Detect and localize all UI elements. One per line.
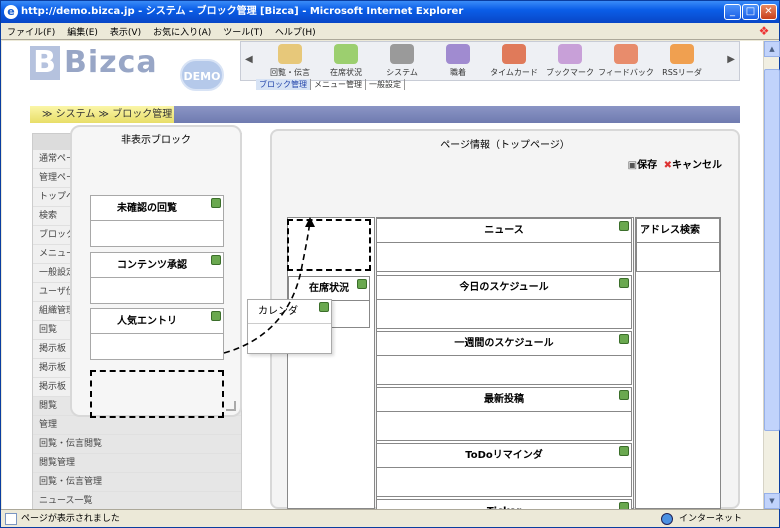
app-rss[interactable]: RSSリーダ <box>653 44 711 80</box>
block-week-schedule[interactable]: 一週間のスケジュール <box>376 331 632 385</box>
cancel-button[interactable]: キャンセル <box>672 160 722 171</box>
rss-icon <box>670 44 694 64</box>
edit-pencil-icon[interactable] <box>619 278 629 288</box>
breadcrumb-system[interactable]: システム <box>56 109 96 120</box>
org-icon <box>446 44 470 64</box>
breadcrumb-arrow-icon: ≫ <box>98 109 110 120</box>
timecard-icon <box>502 44 526 64</box>
zone-text: インターネット <box>679 514 743 524</box>
block-address-search[interactable]: アドレス検索 <box>636 218 720 272</box>
edit-pencil-icon[interactable] <box>619 390 629 400</box>
hidden-block[interactable]: コンテンツ承認 <box>90 252 224 304</box>
breadcrumb: ≫ システム ≫ ブロック管理 <box>30 106 740 123</box>
app-timecard[interactable]: タイムカード <box>485 44 543 80</box>
edit-pencil-icon[interactable] <box>319 302 329 312</box>
edit-pencil-icon[interactable] <box>211 198 221 208</box>
app-presence[interactable]: 在席状況 <box>317 44 375 80</box>
window-title: http://demo.bizca.jp - システム - ブロック管理 [Bi… <box>21 6 464 17</box>
edit-pencil-icon[interactable] <box>357 279 367 289</box>
tab-menu-admin[interactable]: メニュー管理 <box>311 79 366 90</box>
page-icon <box>5 513 17 525</box>
block-today-schedule[interactable]: 今日のスケジュール <box>376 275 632 329</box>
menu-file[interactable]: ファイル(F) <box>1 23 61 40</box>
app-org[interactable]: 職着 <box>429 44 487 80</box>
edit-pencil-icon[interactable] <box>619 221 629 231</box>
windows-logo-icon: ❖ <box>758 24 770 38</box>
gear-icon <box>390 44 414 64</box>
scroll-up-icon[interactable]: ▲ <box>764 41 780 57</box>
breadcrumb-arrow-icon: ≫ <box>42 109 53 120</box>
menu-tools[interactable]: ツール(T) <box>217 23 269 40</box>
left-menu-item[interactable]: 管理 <box>33 416 241 435</box>
block-news[interactable]: ニュース <box>376 218 632 272</box>
logo-mark-icon: B <box>30 46 60 80</box>
page-info-panel: ページ情報（トップページ） ▣保存 ✖キャンセル 在席状況 ニュース 今日のスケ… <box>270 129 740 509</box>
scroll-down-icon[interactable]: ▼ <box>764 493 780 509</box>
bizca-logo: B Bizca <box>30 45 158 80</box>
scroll-right-icon[interactable]: ▶ <box>727 54 735 65</box>
maximize-button[interactable]: □ <box>742 4 759 20</box>
close-button[interactable]: ✕ <box>760 4 777 20</box>
left-menu-item[interactable]: 回覧・伝言閲覧 <box>33 435 241 454</box>
page-info-title: ページ情報（トップページ） <box>440 140 570 151</box>
cancel-icon: ✖ <box>663 160 672 171</box>
hidden-blocks-title: 非表示ブロック <box>121 135 191 146</box>
edit-pencil-icon[interactable] <box>619 334 629 344</box>
vertical-scrollbar[interactable]: ▲ ▼ <box>763 41 780 509</box>
menu-help[interactable]: ヘルプ(H) <box>269 23 322 40</box>
scroll-left-icon[interactable]: ◀ <box>245 54 253 65</box>
edit-pencil-icon[interactable] <box>211 311 221 321</box>
bookmark-icon <box>558 44 582 64</box>
tab-block-admin[interactable]: ブロック管理 <box>256 79 311 90</box>
page-header: B Bizca DEMO ◀ ▶ 回覧・伝言 在席状況 システム 職着 タイムカー… <box>2 41 763 93</box>
browser-window: e http://demo.bizca.jp - システム - ブロック管理 [… <box>0 0 780 528</box>
internet-zone-icon <box>661 513 673 525</box>
breadcrumb-block-admin: ブロック管理 <box>112 109 173 120</box>
app-launcher-bar: ◀ ▶ 回覧・伝言 在席状況 システム 職着 タイムカード ブックマーク フィー… <box>240 41 740 81</box>
menu-edit[interactable]: 編集(E) <box>61 23 104 40</box>
menu-view[interactable]: 表示(V) <box>104 23 147 40</box>
app-system[interactable]: システム <box>373 44 431 80</box>
sub-tabs: ブロック管理 メニュー管理 一般設定 <box>256 79 405 92</box>
presence-icon <box>334 44 358 64</box>
left-menu-item[interactable]: ニュース一覧 <box>33 492 241 509</box>
save-icon: ▣ <box>627 160 638 171</box>
circular-icon <box>278 44 302 64</box>
edit-pencil-icon[interactable] <box>619 502 629 509</box>
page-viewport: B Bizca DEMO ◀ ▶ 回覧・伝言 在席状況 システム 職着 タイムカー… <box>2 41 763 509</box>
edit-pencil-icon[interactable] <box>619 446 629 456</box>
scroll-thumb[interactable] <box>764 69 780 431</box>
hidden-blocks-panel: 非表示ブロック 未確認の回覧 コンテンツ承認 人気エントリ <box>70 125 242 418</box>
title-bar: e http://demo.bizca.jp - システム - ブロック管理 [… <box>1 1 779 23</box>
dragged-block-calendar[interactable]: カレンダ <box>247 299 332 354</box>
drop-placeholder <box>90 370 224 418</box>
resize-grip-icon[interactable] <box>226 401 236 411</box>
hidden-block[interactable]: 人気エントリ <box>90 308 224 360</box>
app-feedback[interactable]: フィードバック <box>597 44 655 80</box>
minimize-button[interactable]: _ <box>724 4 741 20</box>
demo-badge: DEMO <box>180 59 224 91</box>
menu-favorites[interactable]: お気に入り(A) <box>147 23 217 40</box>
feedback-icon <box>614 44 638 64</box>
status-bar: ページが表示されました インターネット <box>1 509 779 527</box>
block-todo-reminder[interactable]: ToDoリマインダ <box>376 443 632 497</box>
left-menu-item[interactable]: 回覧・伝言管理 <box>33 473 241 492</box>
edit-pencil-icon[interactable] <box>211 255 221 265</box>
app-circular[interactable]: 回覧・伝言 <box>261 44 319 80</box>
ie-icon: e <box>4 5 18 19</box>
hidden-block[interactable]: 未確認の回覧 <box>90 195 224 247</box>
left-menu-item[interactable]: 閲覧管理 <box>33 454 241 473</box>
menu-bar: ファイル(F) 編集(E) 表示(V) お気に入り(A) ツール(T) ヘルプ(H) <box>1 23 779 40</box>
save-button[interactable]: 保存 <box>637 160 657 171</box>
app-bookmark[interactable]: ブックマーク <box>541 44 599 80</box>
status-text: ページが表示されました <box>21 514 120 524</box>
block-latest-posts[interactable]: 最新投稿 <box>376 387 632 441</box>
tab-general-settings[interactable]: 一般設定 <box>366 79 405 90</box>
drop-target <box>287 219 371 271</box>
block-ticker[interactable]: Ticker <box>376 499 632 509</box>
